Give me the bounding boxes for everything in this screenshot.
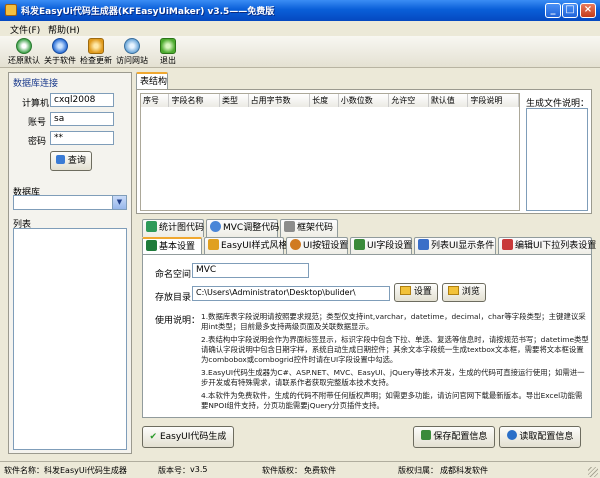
menu-bar: 文件(F) 帮助(H) [0,21,600,36]
status-copyright-label: 软件版权： [262,466,302,475]
col-default[interactable]: 默认值 [428,94,469,107]
tab-ui-buttons[interactable]: UI按钮设置 [286,237,348,255]
usage-line-4: 4.本软件为免费软件，生成的代码不附带任何版权声明；如需更多功能，请访问官网下载… [201,391,583,410]
browse-button[interactable]: 浏览 [442,283,486,302]
title-bar: 科发EasyUi代码生成器(KFEasyUiMaker) v3.5——免费版 _… [0,0,600,21]
maximize-button[interactable]: □ [562,3,578,18]
minimize-button[interactable]: _ [545,3,561,18]
frame-icon [284,221,295,232]
tables-list[interactable] [13,228,127,450]
tab-table-structure[interactable]: 表结构 [136,72,168,90]
restore-defaults-button[interactable]: 还原默认 [6,38,42,67]
status-name-label: 软件名称： [4,466,44,475]
menu-help[interactable]: 帮助(H) [48,23,80,36]
code-icon [210,221,221,232]
tab-ui-fields[interactable]: UI字段设置 [350,237,412,255]
button-icon [290,239,301,250]
toolbar: 还原默认 关于软件 检查更新 访问网站 退出 [0,36,600,68]
folder-icon [400,286,412,295]
globe-icon [124,38,140,54]
menu-file[interactable]: 文件(F) [10,23,40,36]
dir-input[interactable]: C:\Users\Administrator\Desktop\bulider\ [192,286,390,301]
close-button[interactable]: × [580,3,596,18]
password-label: 密码 [28,137,47,147]
usage-text: 1.数据库表字段说明请按照要求规范；类型仅支持int,varchar，datet… [201,312,589,416]
about-button[interactable]: 关于软件 [42,38,78,67]
col-index[interactable]: 序号 [141,94,170,107]
col-length[interactable]: 长度 [309,94,339,107]
query-button[interactable]: 查询 [50,151,92,171]
user-input[interactable]: sa [50,112,114,126]
usage-line-2: 2.表结构中字段说明会作为界面标签显示，标识字段中包含下拉、单选、复选等信息时，… [201,335,589,364]
user-label: 账号 [28,118,47,128]
usage-label: 使用说明： [155,316,201,326]
list-icon [418,239,429,250]
info-icon [52,38,68,54]
edit-icon [502,239,513,250]
app-icon [5,4,17,16]
database-icon [56,155,66,164]
fields-table: 序号 字段名称 类型 占用字节数 长度 小数位数 允许空 默认值 字段说明 [141,94,519,107]
password-input[interactable]: ** [50,131,114,145]
exit-button[interactable]: 退出 [150,38,186,67]
field-icon [354,239,365,250]
status-copyright-value: 免费软件 [304,466,336,475]
left-panel: 数据库连接 计算机 cxql2008 账号 sa 密码 ** 查询 数据库 ▼ … [8,72,132,454]
database-select[interactable]: ▼ [13,195,127,210]
status-bar: 软件名称： 科发EasyUi代码生成器 版本号： v3.5 软件版权： 免费软件… [0,461,600,478]
check-update-button[interactable]: 检查更新 [78,38,114,67]
status-name-value: 科发EasyUi代码生成器 [44,466,127,475]
namespace-label: 命名空间 [155,270,192,280]
tab-easyui-style[interactable]: EasyUI样式风格 [204,237,287,255]
folder-open-icon [448,286,460,295]
exit-icon [160,38,176,54]
col-field-name[interactable]: 字段名称 [168,94,220,107]
usage-line-3: 3.EasyUI代码生成器为C#、ASP.NET、MVC、EasyUI、jQue… [201,368,585,387]
dir-label: 存放目录 [155,293,192,303]
tab-basic-settings[interactable]: 基本设置 [142,237,202,255]
status-version-label: 版本号： [158,466,190,475]
col-description[interactable]: 字段说明 [467,94,519,107]
generate-button[interactable]: ✔ EasyUI代码生成 [142,426,234,448]
visit-website-button[interactable]: 访问网站 [114,38,150,67]
tab-frame-code[interactable]: 框架代码 [280,219,338,237]
refresh-icon [16,38,32,54]
col-decimals[interactable]: 小数位数 [338,94,390,107]
load-config-button[interactable]: 读取配置信息 [499,426,581,448]
col-bytes[interactable]: 占用字节数 [248,94,311,107]
table-structure-panel: 序号 字段名称 类型 占用字节数 长度 小数位数 允许空 默认值 字段说明 生成… [136,89,592,214]
load-icon [506,430,517,440]
db-connection-title: 数据库连接 [13,79,59,89]
set-dir-button[interactable]: 设置 [394,283,438,302]
check-icon: ✔ [149,432,158,442]
tab-edit-ui-dropdown[interactable]: 编辑UI下拉列表设置 [498,237,596,255]
settings-icon [146,240,157,251]
status-owner-label: 版权归属： [398,466,438,475]
save-config-button[interactable]: 保存配置信息 [413,426,495,448]
tab-list-ui-conditions[interactable]: 列表UI显示条件 [414,237,496,255]
server-input[interactable]: cxql2008 [50,93,114,107]
palette-icon [208,239,219,250]
save-icon [420,430,431,440]
status-owner-value: 成都科发软件 [440,466,488,475]
fields-grid[interactable]: 序号 字段名称 类型 占用字节数 长度 小数位数 允许空 默认值 字段说明 [140,93,520,211]
namespace-input[interactable]: MVC [192,263,309,278]
tab-chart-code[interactable]: 统计图代码 [142,219,204,237]
window-title: 科发EasyUi代码生成器(KFEasyUiMaker) v3.5——免费版 [21,7,275,17]
server-label: 计算机 [22,99,50,109]
basic-settings-panel: 命名空间 MVC 存放目录 C:\Users\Administrator\Des… [142,254,592,418]
col-nullable[interactable]: 允许空 [388,94,429,107]
usage-line-1: 1.数据库表字段说明请按照要求规范；类型仅支持int,varchar，datet… [201,312,586,331]
chevron-down-icon[interactable]: ▼ [112,196,126,209]
update-icon [88,38,104,54]
status-version-value: v3.5 [190,465,208,474]
chart-icon [146,221,157,232]
gen-files-textarea[interactable] [526,108,588,211]
tab-mvc-code[interactable]: MVC调整代码 [206,219,279,237]
resize-grip[interactable] [588,467,598,477]
col-type[interactable]: 类型 [219,94,249,107]
